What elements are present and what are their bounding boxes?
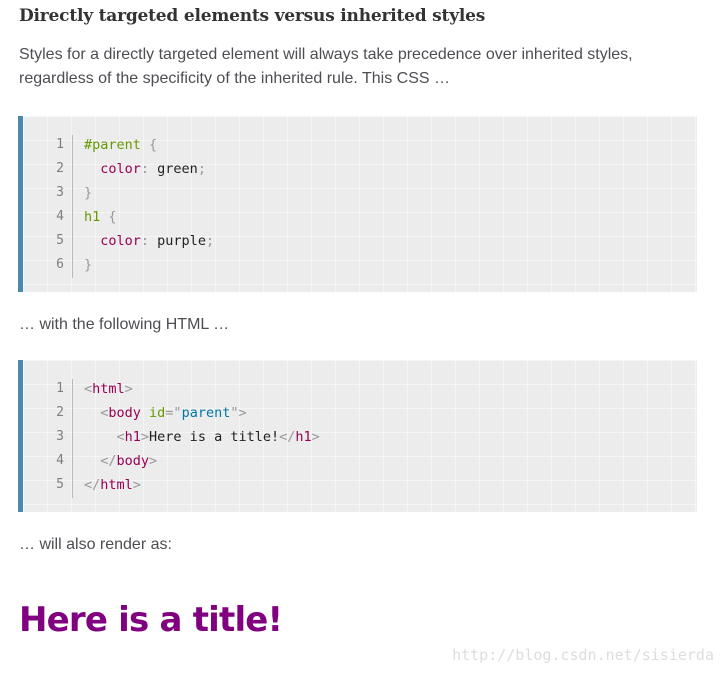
line-number: 3 xyxy=(56,185,64,200)
code-token: </ xyxy=(84,453,117,469)
code-token: html xyxy=(100,477,133,493)
code-source: <h1>Here is a title!</h1> xyxy=(84,425,320,449)
code-token: h1 xyxy=(124,429,141,445)
code-token: </ xyxy=(279,429,296,445)
code-source: #parent { xyxy=(84,133,157,157)
code-token: < xyxy=(84,381,93,397)
code-token: : xyxy=(140,233,150,249)
code-token: > xyxy=(132,477,141,493)
code-token: } xyxy=(84,257,93,273)
code-token: body xyxy=(116,453,150,469)
line-number: 4 xyxy=(56,453,64,468)
line-number: 1 xyxy=(56,137,64,152)
line-number: 6 xyxy=(56,257,64,272)
line-number: 3 xyxy=(56,429,64,444)
code-token: green xyxy=(149,161,198,177)
code-token: > xyxy=(149,453,158,469)
line-number: 2 xyxy=(56,161,64,176)
code-token: =" xyxy=(165,405,182,421)
css-code-block: 1 #parent {2 color: green; 3} 4 h1 {5 color:… xyxy=(18,116,697,292)
code-token: { xyxy=(100,209,117,225)
code-source: } xyxy=(84,253,92,277)
code-token: > xyxy=(124,381,133,397)
code-token: < xyxy=(84,429,125,445)
code-token: ; xyxy=(197,161,206,177)
line-number: 2 xyxy=(56,405,64,420)
code-token: > xyxy=(311,429,320,445)
code-source: <html> xyxy=(84,377,133,401)
code-source: color: purple; xyxy=(84,229,214,253)
code-token: h1 xyxy=(84,209,101,225)
code-token: Here is a title! xyxy=(149,429,280,445)
with-html-paragraph: … with the following HTML … xyxy=(19,316,230,333)
code-token: html xyxy=(92,381,125,397)
code-token: > xyxy=(140,429,150,445)
code-token: } xyxy=(84,185,93,201)
code-token: h1 xyxy=(295,429,312,445)
line-number-gutter-divider xyxy=(72,379,73,498)
code-token: parent xyxy=(181,405,231,421)
section-heading: Directly targeted elements versus inheri… xyxy=(19,6,486,26)
watermark-text: http://blog.csdn.net/sisierda xyxy=(452,646,714,664)
code-token: color xyxy=(84,161,141,177)
html-code-block: 1 <html> 2 <body id="parent"> 3 <h1>Here is… xyxy=(18,360,697,512)
code-token: < xyxy=(84,405,109,421)
code-token: body xyxy=(108,405,141,421)
code-token: color xyxy=(84,233,141,249)
code-token: </ xyxy=(84,477,101,493)
code-token: "> xyxy=(230,405,247,421)
code-source: <body id="parent"> xyxy=(84,401,247,425)
line-number: 1 xyxy=(56,381,64,396)
code-token: #parent xyxy=(84,137,141,153)
code-source: } xyxy=(84,181,92,205)
rendered-title-example: Here is a title! xyxy=(19,600,283,640)
code-token: { xyxy=(140,137,158,153)
render-as-paragraph: … will also render as: xyxy=(19,536,172,553)
code-source: h1 { xyxy=(84,205,117,229)
code-source: </html> xyxy=(84,473,141,497)
line-number: 5 xyxy=(56,477,64,492)
code-token: : xyxy=(140,161,150,177)
code-token: purple xyxy=(149,233,206,249)
code-source: color: green; xyxy=(84,157,206,181)
code-token: ; xyxy=(205,233,215,249)
line-number: 4 xyxy=(56,209,64,224)
code-token: id xyxy=(140,405,166,421)
intro-paragraph: Styles for a directly targeted element w… xyxy=(19,46,633,87)
line-number: 5 xyxy=(56,233,64,248)
code-source: </body> xyxy=(84,449,157,473)
line-number-gutter-divider xyxy=(72,135,73,278)
